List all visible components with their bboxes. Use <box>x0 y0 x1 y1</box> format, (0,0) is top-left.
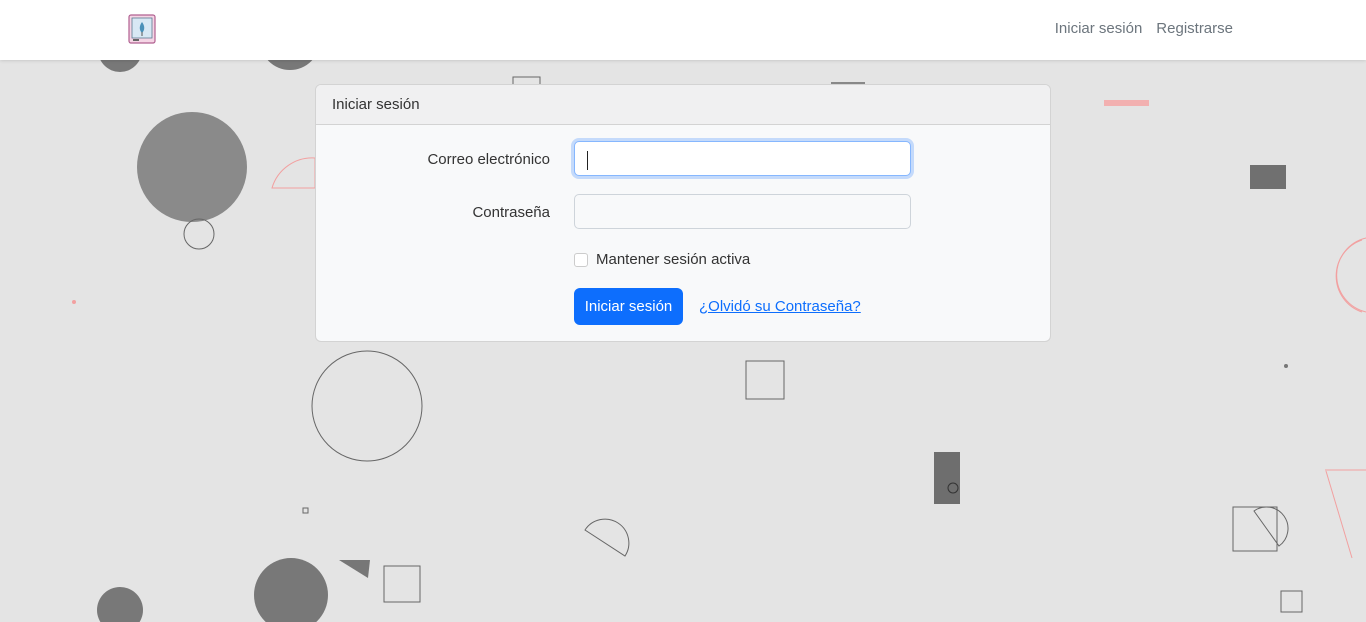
remember-me-checkbox[interactable] <box>574 252 588 267</box>
bg-circle-outline <box>311 350 423 462</box>
password-input[interactable] <box>574 194 911 229</box>
top-navbar: Iniciar sesión Registrarse <box>0 0 1366 60</box>
bg-square <box>745 360 785 400</box>
password-label: Contraseña <box>472 204 550 221</box>
bg-line-pink <box>1325 470 1353 559</box>
bg-arc-pink <box>1335 239 1363 313</box>
bg-dot <box>1284 364 1288 368</box>
nav-login-link[interactable]: Iniciar sesión <box>1055 20 1143 38</box>
bg-semicircle <box>584 518 630 557</box>
bg-rect <box>934 452 960 504</box>
email-label: Correo electrónico <box>427 151 550 168</box>
bg-dot-pink <box>72 300 76 304</box>
bg-rect <box>1250 165 1286 189</box>
bg-square <box>302 507 309 514</box>
bg-triangle <box>339 560 370 578</box>
bg-square <box>1280 590 1303 613</box>
forgot-password-link[interactable]: ¿Olvidó su Contraseña? <box>699 298 861 315</box>
login-submit-button[interactable]: Iniciar sesión <box>574 288 683 325</box>
bg-circle-outline <box>183 218 215 250</box>
card-header-title: Iniciar sesión <box>316 85 1050 125</box>
login-card: Iniciar sesión Correo electrónico Contra… <box>315 84 1051 342</box>
bg-circle <box>254 558 328 622</box>
bg-bar-pink <box>1104 100 1149 106</box>
bg-circle <box>97 587 143 622</box>
remember-me-label[interactable]: Mantener sesión activa <box>596 251 750 268</box>
remember-me-row: Mantener sesión activa <box>574 251 750 268</box>
nav-register-link[interactable]: Registrarse <box>1156 20 1233 38</box>
bg-square <box>383 565 421 603</box>
bg-arc-pink <box>1336 237 1366 313</box>
email-input[interactable] <box>574 141 911 176</box>
nav-links: Iniciar sesión Registrarse <box>1055 20 1233 38</box>
bg-square <box>1232 506 1278 552</box>
bg-semicircle <box>1253 506 1289 547</box>
text-cursor <box>587 151 588 170</box>
bg-semicircle-pink <box>271 157 316 189</box>
bg-circle <box>137 112 247 222</box>
picture-frame-logo-icon[interactable] <box>128 14 156 44</box>
